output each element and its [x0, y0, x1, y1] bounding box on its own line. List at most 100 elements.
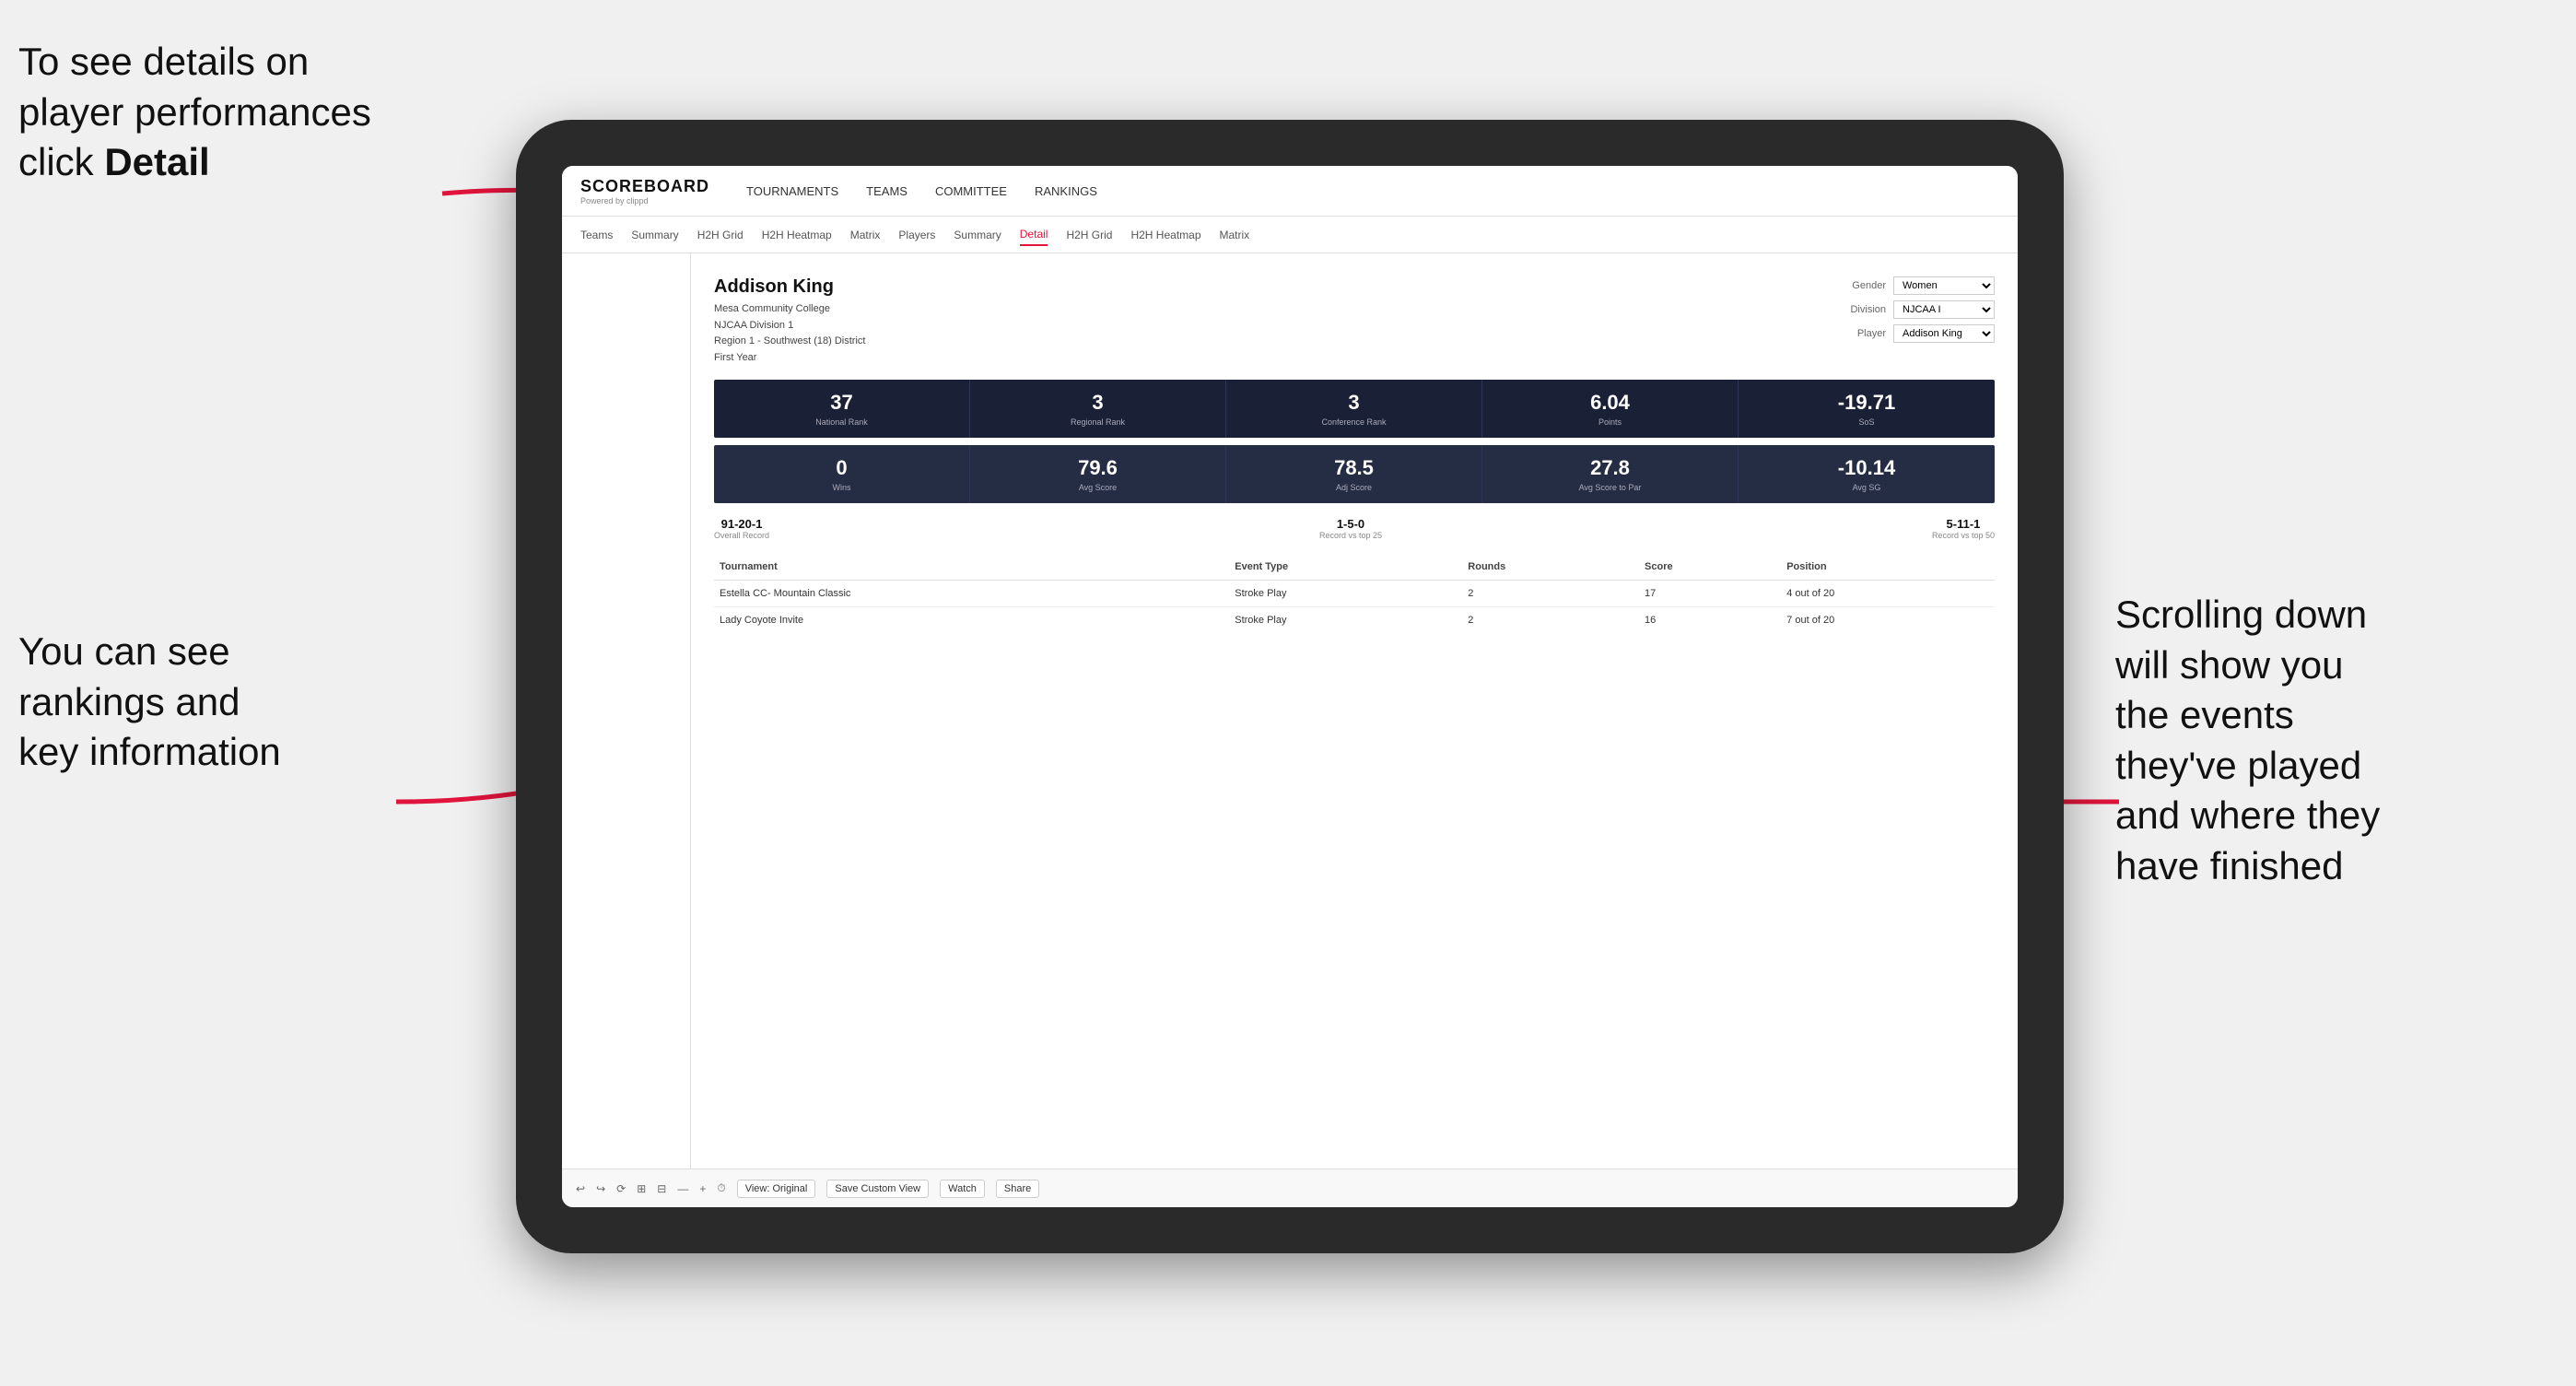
tablet-frame: SCOREBOARD Powered by clippd TOURNAMENTS…	[516, 120, 2064, 1253]
annotation-right: Scrolling down will show you the events …	[2115, 590, 2558, 892]
division-select[interactable]: NJCAA I	[1893, 300, 1995, 319]
subnav-players[interactable]: Players	[898, 225, 935, 245]
events-table: Tournament Event Type Rounds Score Posit…	[714, 554, 1995, 633]
row2-rounds: 2	[1462, 607, 1639, 634]
col-tournament: Tournament	[714, 554, 1229, 581]
col-event-type: Event Type	[1229, 554, 1462, 581]
col-score: Score	[1639, 554, 1781, 581]
player-select[interactable]: Addison King	[1893, 324, 1995, 343]
zoom-in-icon[interactable]: ⊞	[637, 1182, 646, 1195]
stats-row1: 37 National Rank 3 Regional Rank 3 Confe…	[714, 380, 1995, 438]
main-content: Addison King Mesa Community College NJCA…	[691, 253, 2018, 1169]
stat-label-avg-score-par: Avg Score to Par	[1490, 483, 1730, 492]
stat-avg-sg: -10.14 Avg SG	[1739, 445, 1995, 503]
subnav-h2h-heatmap[interactable]: H2H Heatmap	[762, 225, 832, 245]
row2-event-type: Stroke Play	[1229, 607, 1462, 634]
record-top25-value: 1-5-0	[1319, 517, 1382, 531]
player-division: NJCAA Division 1	[714, 318, 865, 335]
row1-score: 17	[1639, 581, 1781, 607]
gender-select[interactable]: Women	[1893, 276, 1995, 295]
record-top25: 1-5-0 Record vs top 25	[1319, 517, 1382, 540]
zoom-out-icon[interactable]: ⊟	[657, 1182, 666, 1195]
table-row[interactable]: Estella CC- Mountain Classic Stroke Play…	[714, 581, 1995, 607]
logo-area: SCOREBOARD Powered by clippd	[580, 177, 709, 206]
player-header: Addison King Mesa Community College NJCA…	[714, 276, 1995, 366]
stat-label-regional: Regional Rank	[978, 417, 1218, 427]
subnav-teams[interactable]: Teams	[580, 225, 613, 245]
record-top50-value: 5-11-1	[1932, 517, 1995, 531]
nav-bar: SCOREBOARD Powered by clippd TOURNAMENTS…	[562, 166, 2018, 217]
watch-button[interactable]: Watch	[940, 1180, 985, 1198]
record-row: 91-20-1 Overall Record 1-5-0 Record vs t…	[714, 517, 1995, 540]
stat-label-national: National Rank	[721, 417, 962, 427]
subnav-summary2[interactable]: Summary	[954, 225, 1001, 245]
stat-wins: 0 Wins	[714, 445, 970, 503]
record-top50: 5-11-1 Record vs top 50	[1932, 517, 1995, 540]
stat-label-avg-sg: Avg SG	[1746, 483, 1987, 492]
row1-tournament: Estella CC- Mountain Classic	[714, 581, 1229, 607]
separator-icon: —	[677, 1182, 688, 1195]
record-overall-label: Overall Record	[714, 531, 769, 540]
nav-tournaments[interactable]: TOURNAMENTS	[746, 180, 838, 203]
undo-icon[interactable]: ↩	[576, 1182, 585, 1195]
filter-gender: Gender Women	[1835, 276, 1995, 295]
player-name: Addison King	[714, 276, 865, 298]
stat-national-rank: 37 National Rank	[714, 380, 970, 438]
player-school: Mesa Community College	[714, 301, 865, 318]
stat-adj-score: 78.5 Adj Score	[1226, 445, 1482, 503]
player-label: Player	[1835, 328, 1886, 339]
row1-rounds: 2	[1462, 581, 1639, 607]
refresh-icon[interactable]: ⟳	[616, 1182, 626, 1195]
bottom-toolbar: ↩ ↪ ⟳ ⊞ ⊟ — + ⏱ View: Original Save Cust…	[562, 1169, 2018, 1207]
view-original-button[interactable]: View: Original	[737, 1180, 816, 1198]
subnav-matrix[interactable]: Matrix	[850, 225, 881, 245]
stat-value-avg-score: 79.6	[978, 456, 1218, 480]
subnav-h2h-grid2[interactable]: H2H Grid	[1066, 225, 1112, 245]
nav-rankings[interactable]: RANKINGS	[1035, 180, 1097, 203]
stat-avg-score-par: 27.8 Avg Score to Par	[1482, 445, 1739, 503]
stat-avg-score: 79.6 Avg Score	[970, 445, 1226, 503]
stat-label-points: Points	[1490, 417, 1730, 427]
stat-value-adj-score: 78.5	[1234, 456, 1474, 480]
subnav-h2h-grid[interactable]: H2H Grid	[697, 225, 744, 245]
content-area: Addison King Mesa Community College NJCA…	[562, 253, 2018, 1169]
annotation-bottomleft: You can see rankings and key information	[18, 627, 281, 778]
subnav-matrix2[interactable]: Matrix	[1220, 225, 1250, 245]
sidebar	[562, 253, 691, 1169]
nav-committee[interactable]: COMMITTEE	[935, 180, 1007, 203]
nav-items: TOURNAMENTS TEAMS COMMITTEE RANKINGS	[746, 180, 1097, 203]
stat-value-regional: 3	[978, 391, 1218, 415]
share-button[interactable]: Share	[996, 1180, 1039, 1198]
table-row[interactable]: Lady Coyote Invite Stroke Play 2 16 7 ou…	[714, 607, 1995, 634]
stat-label-adj-score: Adj Score	[1234, 483, 1474, 492]
record-overall: 91-20-1 Overall Record	[714, 517, 769, 540]
stat-conference-rank: 3 Conference Rank	[1226, 380, 1482, 438]
subnav-summary[interactable]: Summary	[631, 225, 678, 245]
redo-icon[interactable]: ↪	[596, 1182, 605, 1195]
row2-score: 16	[1639, 607, 1781, 634]
subnav-h2h-heatmap2[interactable]: H2H Heatmap	[1130, 225, 1200, 245]
tablet-screen: SCOREBOARD Powered by clippd TOURNAMENTS…	[562, 166, 2018, 1207]
player-year: First Year	[714, 350, 865, 367]
annotation-topleft: To see details on player performances cl…	[18, 37, 371, 188]
record-top25-label: Record vs top 25	[1319, 531, 1382, 540]
stat-value-points: 6.04	[1490, 391, 1730, 415]
stat-value-conference: 3	[1234, 391, 1474, 415]
subnav-detail[interactable]: Detail	[1020, 224, 1048, 246]
stat-label-wins: Wins	[721, 483, 962, 492]
stat-label-avg-score: Avg Score	[978, 483, 1218, 492]
stat-value-avg-sg: -10.14	[1746, 456, 1987, 480]
stat-value-wins: 0	[721, 456, 962, 480]
division-label: Division	[1835, 304, 1886, 315]
row1-event-type: Stroke Play	[1229, 581, 1462, 607]
save-custom-view-button[interactable]: Save Custom View	[826, 1180, 929, 1198]
filter-player: Player Addison King	[1835, 324, 1995, 343]
logo-sub: Powered by clippd	[580, 196, 709, 206]
stat-points: 6.04 Points	[1482, 380, 1739, 438]
table-header: Tournament Event Type Rounds Score Posit…	[714, 554, 1995, 581]
clock-icon[interactable]: ⏱	[717, 1181, 725, 1195]
row2-tournament: Lady Coyote Invite	[714, 607, 1229, 634]
stats-row2: 0 Wins 79.6 Avg Score 78.5 Adj Score 27.…	[714, 445, 1995, 503]
nav-teams[interactable]: TEAMS	[866, 180, 907, 203]
add-icon[interactable]: +	[699, 1182, 706, 1195]
